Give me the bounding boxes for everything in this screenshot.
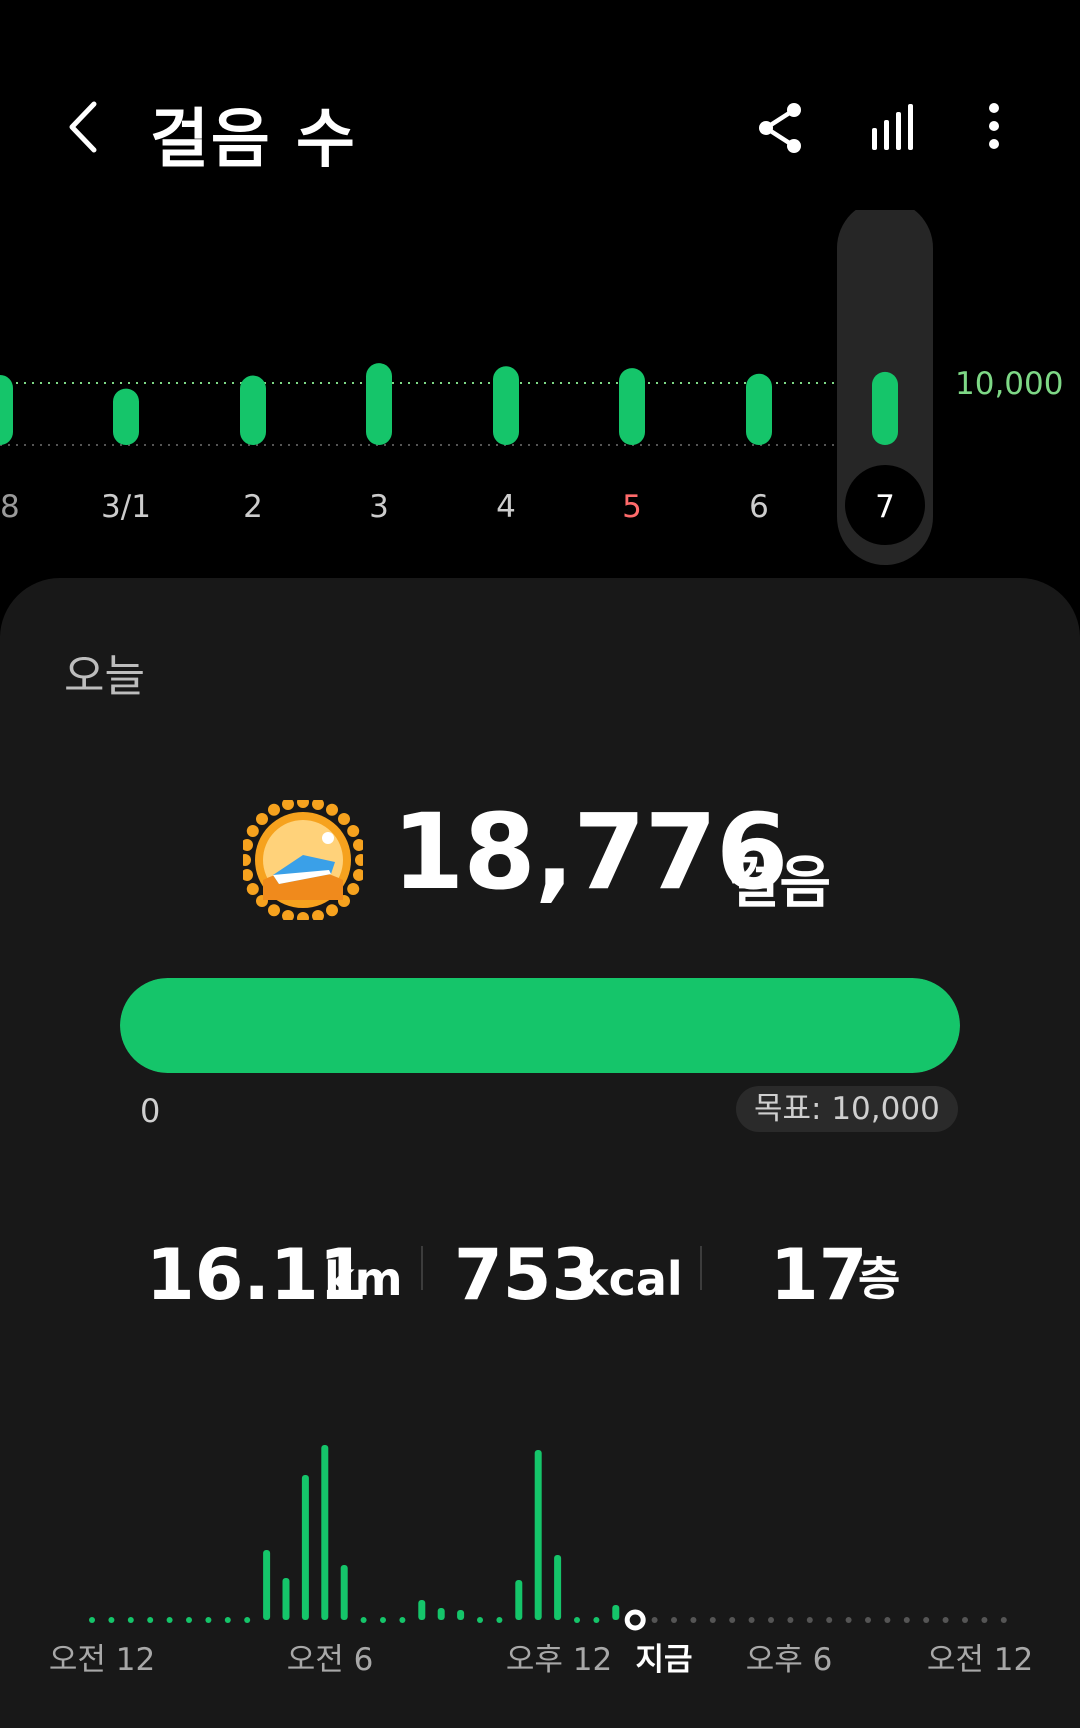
hourly-axis-label: 오후 12 [506,1642,612,1678]
hourly-steps-chart: 오전 12 오전 6 오후 12 지금 오후 6 오전 12 [49,1445,1033,1678]
hourly-slot-dot [399,1617,406,1623]
hourly-slot-dot [884,1617,891,1623]
hourly-slot-dot [923,1617,930,1623]
weekly-bar[interactable] [493,366,519,445]
back-arrow-icon[interactable] [60,92,110,162]
hourly-bar [612,1605,620,1620]
weekly-day-label[interactable]: 5 [622,489,642,525]
hourly-axis-label: 오전 12 [49,1642,155,1678]
weekly-day-label[interactable]: 4 [496,489,516,525]
hourly-slot-dot [806,1617,813,1623]
hourly-bar [321,1445,329,1620]
steps-progress-bar [120,978,960,1073]
hourly-bar [437,1608,445,1620]
hourly-slot-dot [574,1617,580,1623]
hourly-bar [515,1580,523,1620]
progress-min-label: 0 [140,1092,161,1130]
hourly-slot-dot [224,1617,231,1623]
share-icon[interactable] [750,98,810,158]
weekly-steps-chart[interactable]: 10,000 28 3/1 2 3 4 5 6 7 [0,210,1080,570]
hourly-slot-dot [477,1617,483,1623]
hourly-slot-dot [768,1617,774,1623]
weekly-day-label[interactable]: 3/1 [101,489,151,525]
hourly-slot-dot [748,1617,755,1623]
weekly-bar[interactable] [0,374,13,445]
hourly-slot-dot [845,1617,852,1623]
hourly-slot-dot [108,1617,115,1623]
hourly-bar [301,1475,309,1620]
hourly-slot-dot [380,1617,386,1623]
weekly-bar[interactable] [746,373,772,445]
weekly-bar[interactable] [366,363,392,445]
hourly-bar [263,1550,271,1620]
hourly-slot-dot [89,1617,95,1623]
hourly-slot-dot [709,1617,716,1623]
hourly-slot-dot [244,1617,251,1623]
today-steps-unit: 걸음 [728,851,832,916]
weekly-day-label[interactable]: 2 [243,489,263,525]
hourly-axis-label: 오후 6 [746,1642,833,1678]
hourly-slot-dot [903,1617,910,1623]
hourly-bar [554,1555,562,1620]
hourly-slot-dot [942,1617,949,1623]
weekly-bar[interactable] [240,375,266,445]
hourly-slot-dot [865,1617,871,1623]
hourly-slot-dot [166,1617,173,1623]
hourly-slot-dot [787,1617,794,1623]
hourly-bar [457,1610,465,1620]
weekly-bar[interactable] [619,368,645,445]
calories-unit: kcal [578,1252,683,1306]
hourly-slot-dot [981,1617,988,1623]
hourly-slot-dot [1000,1617,1007,1623]
hourly-slot-dot [826,1617,833,1623]
hourly-slot-dot [671,1617,677,1623]
hourly-slot-dot [127,1617,134,1623]
distance-unit: km [324,1252,403,1306]
hourly-slot-dot [147,1617,154,1623]
hourly-slot-dot [962,1617,968,1623]
hourly-slot-dot [729,1617,736,1623]
hourly-slot-dot [690,1617,697,1623]
more-vertical-icon[interactable] [966,98,1026,158]
hourly-slot-dot [651,1617,658,1623]
weekly-day-label[interactable]: 28 [0,489,20,525]
now-marker [624,1609,646,1631]
steps-goal-badge-icon [243,800,363,920]
floors-unit: 층 [858,1252,901,1306]
weekly-day-label[interactable]: 6 [749,489,769,525]
hourly-axis-label: 오전 12 [927,1642,1033,1678]
stat-divider [421,1246,423,1290]
hourly-slot-dot [593,1617,600,1623]
page-title: 걸음 수 [150,103,357,177]
hourly-slot-dot [186,1617,192,1623]
hourly-slot-dot [205,1617,212,1623]
hourly-slot-dot [496,1617,503,1623]
hourly-axis-label: 오전 6 [287,1642,374,1678]
hourly-bar [282,1578,290,1620]
goal-chip: 목표: 10,000 [736,1086,958,1132]
stat-divider [700,1246,702,1290]
floors-value: 17 [770,1234,868,1316]
weekly-day-label[interactable]: 3 [369,489,389,525]
weekly-goal-label: 10,000 [955,366,1063,402]
hourly-bar [340,1565,348,1620]
hourly-bar [418,1600,426,1620]
hourly-slot-dot [360,1617,367,1623]
hourly-now-label: 지금 [635,1642,692,1678]
steps-progress-fill [120,978,960,1073]
app-bar: 걸음 수 [0,0,1080,230]
hourly-bar [534,1450,542,1620]
weekly-day-label[interactable]: 7 [875,489,895,525]
today-label: 오늘 [64,651,145,702]
weekly-bar[interactable] [113,388,139,445]
weekly-bar[interactable] [872,371,898,445]
bar-chart-icon[interactable] [862,98,922,158]
